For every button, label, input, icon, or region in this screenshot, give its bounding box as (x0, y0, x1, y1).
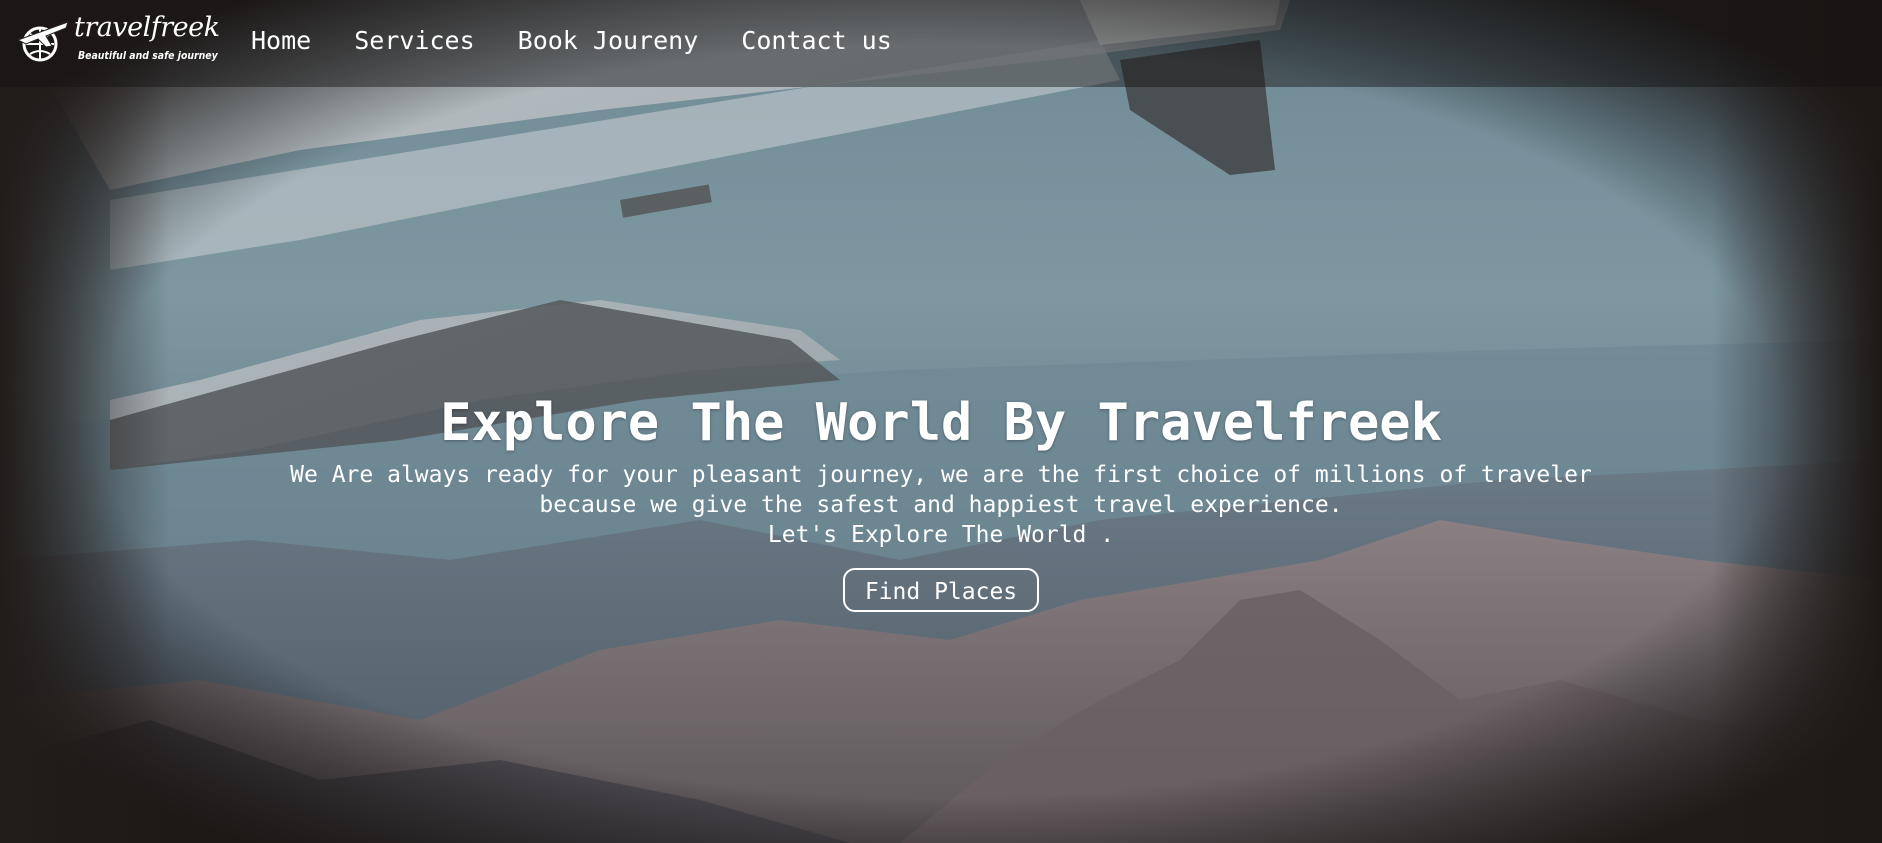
hero-content: Explore The World By Travelfreek We Are … (0, 392, 1882, 612)
brand-logo[interactable]: travelfreek Beautiful and safe journey (16, 12, 220, 72)
hero-section: travelfreek Beautiful and safe journey H… (0, 0, 1882, 843)
hero-title: Explore The World By Travelfreek (440, 393, 1442, 453)
airplane-globe-icon (16, 21, 69, 62)
navbar: travelfreek Beautiful and safe journey H… (0, 0, 1882, 87)
brand-tagline: Beautiful and safe journey (78, 49, 218, 62)
nav-link-contact-us[interactable]: Contact us (741, 26, 892, 55)
hero-description: We Are always ready for your pleasant jo… (241, 460, 1641, 550)
hero-description-line-2: because we give the safest and happiest … (539, 492, 1343, 518)
nav-link-services[interactable]: Services (354, 26, 474, 55)
nav-link-home[interactable]: Home (251, 26, 311, 55)
nav-link-book-journey[interactable]: Book Joureny (518, 26, 699, 55)
find-places-button[interactable]: Find Places (842, 568, 1040, 612)
hero-description-line-3: Let's Explore The World . (767, 522, 1115, 548)
brand-name: travelfreek (74, 12, 220, 43)
hero-description-line-1: We Are always ready for your pleasant jo… (290, 462, 1592, 488)
nav-menu: Home Services Book Joureny Contact us (251, 26, 935, 55)
